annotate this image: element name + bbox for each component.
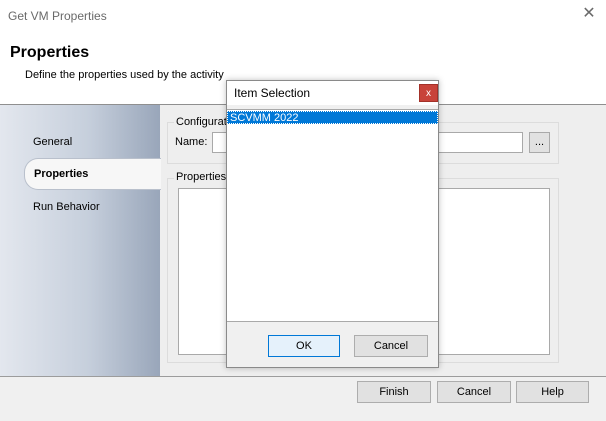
page-subtitle: Define the properties used by the activi…: [25, 69, 224, 81]
close-icon[interactable]: ✕: [580, 5, 598, 23]
configuration-group-label: Configurati: [174, 116, 232, 128]
sidebar-item-properties[interactable]: Properties: [24, 158, 161, 190]
finish-button[interactable]: Finish: [357, 381, 431, 403]
dialog-title: Item Selection: [234, 86, 311, 100]
sidebar-item-run-behavior[interactable]: Run Behavior: [33, 201, 100, 213]
dialog-titlebar: Item Selection x: [227, 81, 438, 105]
dialog-cancel-button[interactable]: Cancel: [354, 335, 428, 357]
sidebar: General Run Behavior: [0, 105, 160, 377]
list-item[interactable]: SCVMM 2022: [227, 111, 438, 124]
item-selection-dialog: Item Selection x SCVMM 2022 OK Cancel: [226, 80, 439, 368]
dialog-close-button[interactable]: x: [419, 84, 438, 102]
window-titlebar: Get VM Properties ✕: [0, 0, 606, 30]
properties-group-label: Properties: [174, 171, 229, 183]
sidebar-item-general[interactable]: General: [33, 136, 72, 148]
window-title: Get VM Properties: [8, 9, 107, 23]
page-title: Properties: [10, 44, 90, 61]
cancel-button[interactable]: Cancel: [437, 381, 511, 403]
ok-button[interactable]: OK: [268, 335, 340, 357]
sidebar-item-label: Properties: [34, 168, 89, 180]
item-list[interactable]: SCVMM 2022: [227, 109, 438, 322]
browse-button[interactable]: ...: [529, 132, 550, 153]
name-label: Name:: [175, 136, 208, 148]
help-button[interactable]: Help: [516, 381, 589, 403]
